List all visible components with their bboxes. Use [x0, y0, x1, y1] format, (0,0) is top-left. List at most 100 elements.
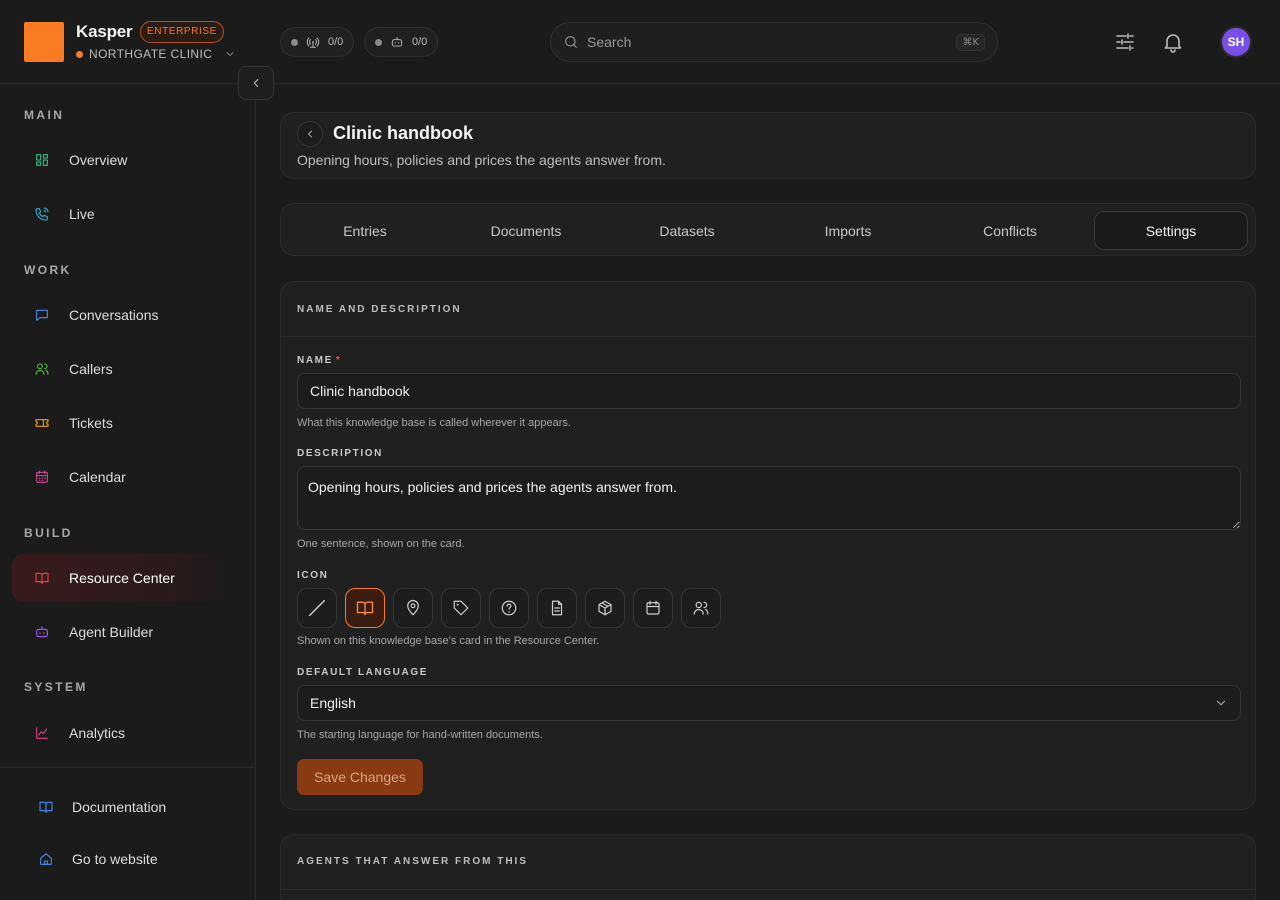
icon-option-none[interactable] — [297, 588, 337, 628]
sidebar-item-go-to-website[interactable]: Go to website — [38, 851, 158, 867]
sidebar-item-live[interactable]: Live — [12, 190, 234, 238]
sidebar-item-label: Overview — [69, 152, 128, 168]
tab-entries[interactable]: Entries — [288, 211, 442, 250]
phone-icon — [34, 206, 50, 222]
description-help-text: One sentence, shown on the card. — [297, 538, 465, 550]
sidebar-item-analytics[interactable]: Analytics — [12, 709, 234, 757]
icon-option-map-pin[interactable] — [393, 588, 433, 628]
brand-name: Kasper — [76, 22, 133, 41]
status-dot — [375, 38, 382, 46]
page-header: Clinic handbook Opening hours, policies … — [280, 112, 1256, 179]
status-dot — [291, 38, 298, 46]
chevron-left-icon — [304, 128, 316, 140]
sidebar-item-overview[interactable]: Overview — [12, 136, 234, 184]
bot-icon — [34, 624, 50, 640]
name-help-text: What this knowledge base is called where… — [297, 417, 571, 429]
search-shortcut: ⌘K — [956, 33, 985, 51]
users-icon — [34, 361, 50, 377]
icon-option-tag[interactable] — [441, 588, 481, 628]
chevron-down-icon — [1214, 696, 1228, 710]
chevron-left-icon — [249, 76, 263, 90]
agents-section-title: AGENTS THAT ANSWER FROM THIS — [297, 856, 528, 867]
live-calls-pill[interactable]: 0/0 — [280, 27, 355, 57]
ticket-icon — [34, 415, 50, 431]
section-label-build: BUILD — [24, 526, 73, 540]
search-icon — [563, 34, 579, 50]
broadcast-icon — [306, 35, 320, 49]
description-textarea[interactable]: Opening hours, policies and prices the a… — [297, 466, 1241, 530]
sidebar: MAIN Overview Live WORK Conversations Ca… — [0, 66, 274, 900]
icon-option-calendar[interactable] — [633, 588, 673, 628]
section-label-work: WORK — [24, 263, 72, 277]
sidebar-item-label: Live — [69, 206, 95, 222]
chevron-down-icon — [224, 48, 236, 60]
collapse-sidebar-button[interactable] — [238, 66, 274, 100]
bell-icon[interactable] — [1161, 30, 1185, 54]
sidebar-item-label: Conversations — [69, 307, 159, 323]
agents-card: AGENTS THAT ANSWER FROM THIS — [280, 834, 1256, 900]
sidebar-item-label: Agent Builder — [69, 624, 154, 640]
tab-datasets[interactable]: Datasets — [610, 211, 764, 250]
icon-help-text: Shown on this knowledge base's card in t… — [297, 635, 600, 647]
page-subtitle: Opening hours, policies and prices the a… — [297, 152, 666, 168]
map-pin-icon — [404, 599, 422, 617]
icon-option-book[interactable] — [345, 588, 385, 628]
sidebar-item-resource-center[interactable]: Resource Center — [12, 554, 234, 602]
tab-imports[interactable]: Imports — [771, 211, 925, 250]
sidebar-item-calendar[interactable]: Calendar — [12, 453, 234, 501]
calendar-icon — [34, 469, 50, 485]
box-icon — [596, 599, 614, 617]
back-button[interactable] — [297, 121, 323, 147]
users-icon — [692, 599, 710, 617]
name-input[interactable] — [297, 373, 1241, 409]
chat-icon — [34, 307, 50, 323]
search-input[interactable] — [587, 34, 949, 50]
language-value: English — [310, 695, 356, 711]
workspace-switcher[interactable]: NORTHGATE CLINIC — [76, 47, 236, 61]
icon-option-document[interactable] — [537, 588, 577, 628]
help-circle-icon — [500, 599, 518, 617]
icon-option-box[interactable] — [585, 588, 625, 628]
sidebar-item-agent-builder[interactable]: Agent Builder — [12, 608, 234, 656]
user-avatar[interactable]: SH — [1222, 28, 1250, 56]
sliders-icon[interactable] — [1113, 30, 1137, 54]
section-divider — [281, 336, 1255, 337]
name-label-text: NAME — [297, 355, 333, 366]
sidebar-item-documentation[interactable]: Documentation — [38, 799, 166, 815]
sidebar-item-conversations[interactable]: Conversations — [12, 291, 234, 339]
section-label-main: MAIN — [24, 108, 65, 122]
sidebar-item-label: Go to website — [72, 851, 158, 867]
section-title: NAME AND DESCRIPTION — [297, 304, 462, 315]
name-field-label: NAME * — [297, 355, 341, 366]
sidebar-item-callers[interactable]: Callers — [12, 345, 234, 393]
language-field-label: DEFAULT LANGUAGE — [297, 667, 428, 678]
sidebar-item-label: Calendar — [69, 469, 126, 485]
tab-documents[interactable]: Documents — [449, 211, 603, 250]
settings-card: NAME AND DESCRIPTION NAME* What this kno… — [280, 281, 1256, 810]
plan-badge: ENTERPRISE — [140, 21, 224, 43]
active-agents-pill[interactable]: 0/0 — [364, 27, 439, 57]
workspace-status-dot — [76, 50, 83, 58]
icon-option-users[interactable] — [681, 588, 721, 628]
book-icon — [38, 799, 54, 815]
language-select[interactable]: English — [297, 685, 1241, 721]
workspace-name: NORTHGATE CLINIC — [89, 47, 213, 61]
icon-option-help-circle[interactable] — [489, 588, 529, 628]
save-changes-button[interactable]: Save Changes — [297, 759, 423, 795]
tab-settings[interactable]: Settings — [1094, 211, 1248, 250]
language-help-text: The starting language for hand-written d… — [297, 729, 543, 741]
logo — [24, 22, 64, 62]
tab-conflicts[interactable]: Conflicts — [933, 211, 1087, 250]
page-title: Clinic handbook — [333, 123, 474, 143]
sidebar-item-tickets[interactable]: Tickets — [12, 399, 234, 447]
none-icon — [306, 597, 328, 619]
sidebar-item-label: Tickets — [69, 415, 113, 431]
chart-icon — [34, 725, 50, 741]
top-bar: Kasper ENTERPRISE NORTHGATE CLINIC 0/0 0… — [0, 0, 1280, 84]
icon-picker — [297, 588, 721, 628]
document-icon — [548, 599, 566, 617]
required-mark: * — [335, 355, 342, 366]
live-calls-count: 0/0 — [328, 36, 344, 48]
book-icon — [34, 570, 50, 586]
search-bar[interactable]: ⌘K — [550, 22, 998, 62]
